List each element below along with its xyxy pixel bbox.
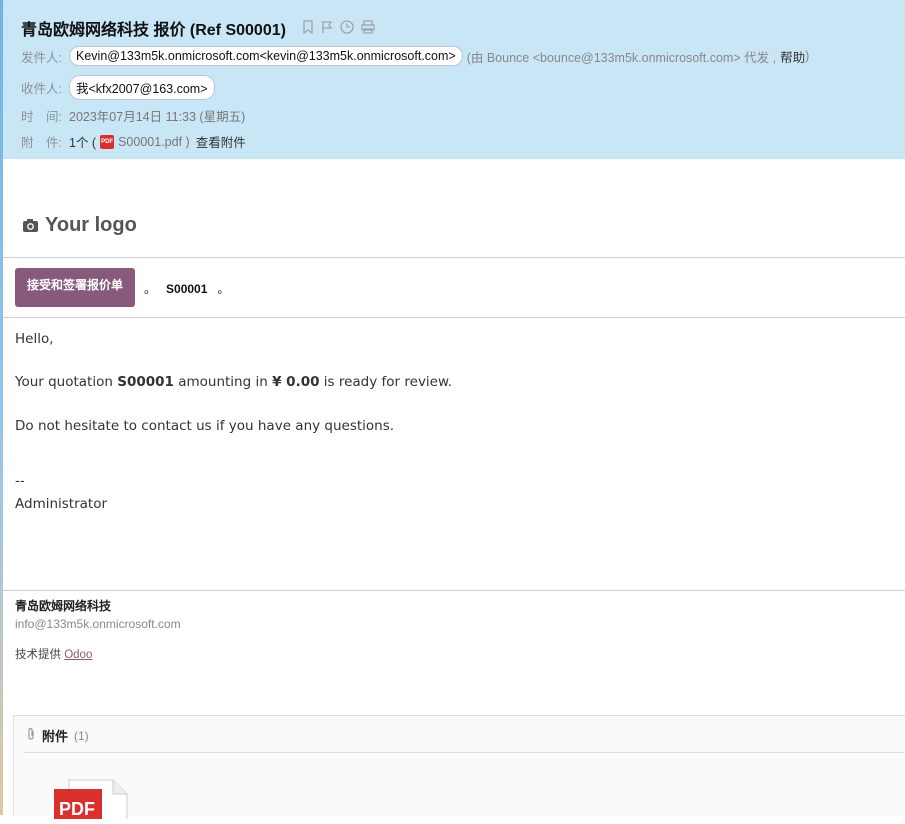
quotation-line: Your quotation S00001 amounting in ¥ 0.0… xyxy=(15,374,452,390)
ref-dot-1: 。 xyxy=(144,282,157,296)
time-label: 时 间: xyxy=(21,110,62,124)
line1-a: Your quotation xyxy=(15,374,118,390)
camera-icon xyxy=(22,218,39,233)
greeting: Hello, xyxy=(15,331,54,347)
quotation-code: S00001 xyxy=(117,374,174,390)
from-label: 发件人: xyxy=(21,50,62,65)
from-row: 发件人: Kevin@133m5k.onmicrosoft.com<kevin@… xyxy=(21,46,809,66)
divider-mid xyxy=(3,317,905,318)
time-value: 2023年07月14日 11:33 (星期五) xyxy=(69,110,246,124)
mail-subject: 青岛欧姆网络科技 报价 (Ref S00001) xyxy=(21,22,286,39)
quotation-amount: ¥ 0.00 xyxy=(272,374,320,390)
view-attachments-link[interactable]: 查看附件 xyxy=(196,132,246,151)
attachments-title: 附件 xyxy=(42,729,69,744)
attachments-header: 附件 (1) xyxy=(26,726,89,745)
logo-text: Your logo xyxy=(45,214,137,236)
signature-dash: -- xyxy=(15,473,25,489)
paperclip-icon xyxy=(26,727,36,744)
pdf-badge-text: PDF xyxy=(59,799,95,819)
attachments-divider xyxy=(24,752,904,753)
attachments-panel: 附件 (1) PDF xyxy=(13,715,905,824)
pdf-file-icon: PDF xyxy=(100,134,115,149)
print-icon[interactable] xyxy=(361,20,375,36)
line1-b: amounting in xyxy=(173,374,273,390)
divider-footer xyxy=(3,590,905,591)
to-row: 收件人: 我<kfx2007@163.com> xyxy=(21,75,215,100)
company-logo: Your logo xyxy=(22,214,137,237)
signature-name: Administrator xyxy=(15,496,108,512)
time-row: 时 间: 2023年07月14日 11:33 (星期五) xyxy=(21,106,245,125)
bounce-note: (由 Bounce <bounce@133m5k.onmicrosoft.com… xyxy=(466,50,777,65)
powered-prefix: 技术提供 xyxy=(15,649,65,661)
header-actions xyxy=(302,20,375,36)
divider-top xyxy=(3,257,905,258)
to-label: 收件人: xyxy=(21,82,62,96)
footer-email[interactable]: info@133m5k.onmicrosoft.com xyxy=(15,617,181,631)
reference-row: 。 S00001 。 xyxy=(144,280,229,297)
recipient-chip[interactable]: 我<kfx2007@163.com> xyxy=(69,75,215,100)
bounce-note-end: ) xyxy=(805,49,810,63)
line1-c: is ready for review. xyxy=(319,374,453,390)
attachment-filename[interactable]: S00001.pdf ) xyxy=(118,135,190,149)
clock-icon[interactable] xyxy=(340,20,354,36)
contact-line: Do not hesitate to contact us if you hav… xyxy=(15,418,395,434)
ref-dot-2: 。 xyxy=(217,282,230,296)
footer-company: 青岛欧姆网络科技 xyxy=(15,599,112,613)
help-link[interactable]: 帮助 xyxy=(780,47,805,66)
bookmark-icon[interactable] xyxy=(302,20,314,36)
subject-row: 青岛欧姆网络科技 报价 (Ref S00001) xyxy=(21,16,375,40)
reference-code: S00001 xyxy=(166,282,208,296)
odoo-link[interactable]: Odoo xyxy=(64,649,92,661)
attachment-count: 1个 ( xyxy=(69,136,97,150)
powered-by: 技术提供 Odoo xyxy=(15,646,92,662)
accept-sign-quotation-button[interactable]: 接受和签署报价单 xyxy=(15,268,135,307)
flag-icon[interactable] xyxy=(321,20,333,36)
pdf-attachment-thumbnail[interactable]: PDF xyxy=(54,779,129,824)
attachments-count: (1) xyxy=(74,728,89,743)
attachment-row: 附 件: 1个 ( PDF S00001.pdf ) 查看附件 xyxy=(21,132,246,151)
sender-chip[interactable]: Kevin@133m5k.onmicrosoft.com<kevin@133m5… xyxy=(69,46,463,66)
attachment-label: 附 件: xyxy=(21,136,62,150)
mail-header: 青岛欧姆网络科技 报价 (Ref S00001) 发件人: Kevin@133m… xyxy=(3,0,905,159)
